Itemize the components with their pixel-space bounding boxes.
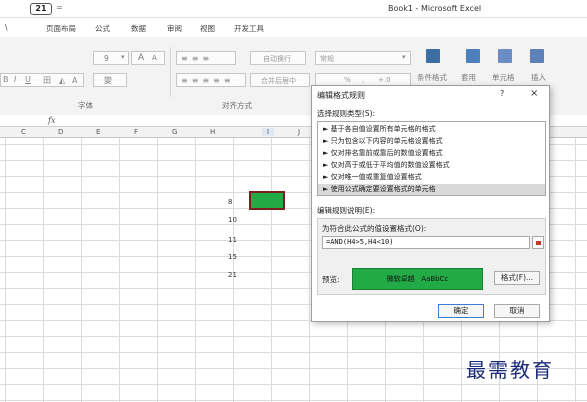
rule-type-option[interactable]: ► 只为包含以下内容的单元格设置格式: [318, 136, 545, 147]
preview-box: 微软卓越 AaBbCc: [352, 268, 483, 290]
format-table-button[interactable]: 套用: [461, 72, 476, 83]
rule-type-list[interactable]: ► 基于各自值设置所有单元格的格式 ► 只为包含以下内容的单元格设置格式 ► 仅…: [317, 121, 546, 196]
cell-value[interactable]: 10: [228, 216, 237, 224]
dialog-title: 编辑格式规则: [317, 91, 365, 100]
comma-button[interactable]: ,: [362, 76, 364, 84]
conditional-format-icon: [426, 49, 440, 63]
rule-type-option-selected[interactable]: ► 使用公式确定要设置格式的单元格: [318, 184, 545, 195]
number-format-select[interactable]: 常规 ▾: [315, 51, 411, 65]
column-header[interactable]: H: [210, 128, 215, 136]
selected-formatted-cell[interactable]: [249, 191, 285, 210]
rule-type-option[interactable]: ► 仅对排名靠前或靠后的数值设置格式: [318, 148, 545, 159]
description-label: 编辑规则说明(E):: [317, 206, 376, 215]
edit-format-rule-dialog: 编辑格式规则 ? × 选择规则类型(S): ► 基于各自值设置所有单元格的格式 …: [311, 85, 550, 322]
help-icon[interactable]: ?: [500, 89, 504, 98]
merge-center-button[interactable]: 合并后居中: [250, 73, 310, 87]
ok-button[interactable]: 确定: [438, 304, 484, 318]
alignment-group-label: 对齐方式: [222, 101, 252, 110]
cell-styles-icon: [498, 49, 512, 63]
border-button[interactable]: 田: [43, 75, 51, 86]
cell-value[interactable]: 8: [228, 198, 232, 206]
align-buttons[interactable]: ≡≡≡≡≡: [176, 73, 246, 87]
wrap-text-button[interactable]: 自动换行: [250, 51, 306, 65]
fx-icon[interactable]: fx: [48, 116, 55, 125]
undo-button[interactable]: 21: [30, 3, 52, 15]
cancel-button[interactable]: 取消: [494, 304, 540, 318]
tab-partial[interactable]: \: [5, 23, 8, 32]
cell-value[interactable]: 11: [228, 236, 237, 244]
font-size-select[interactable]: 9 ▾: [93, 51, 129, 65]
rule-type-option[interactable]: ► 仅对唯一值或重复值设置格式: [318, 172, 545, 183]
cell-value[interactable]: 15: [228, 253, 237, 261]
increase-decimal-button[interactable]: +.0: [378, 76, 391, 84]
column-header[interactable]: F: [134, 128, 138, 136]
align-top-buttons[interactable]: ≡≡≡: [176, 51, 236, 65]
font-size-value: 9: [104, 54, 109, 63]
column-header[interactable]: D: [58, 128, 63, 136]
phonetic-button[interactable]: 變: [93, 73, 127, 87]
rule-type-option[interactable]: ► 仅对高于或低于平均值的数值设置格式: [318, 160, 545, 171]
preview-label: 预览:: [322, 275, 340, 284]
cell-value[interactable]: 21: [228, 271, 237, 279]
title-bar: 21 = Book1 - Microsoft Excel: [0, 0, 587, 18]
quick-access-customize[interactable]: =: [56, 3, 63, 12]
tab-data[interactable]: 数据: [131, 23, 146, 34]
tab-review[interactable]: 审阅: [167, 23, 182, 34]
ribbon-divider: [170, 47, 171, 97]
grow-font-button[interactable]: A: [138, 53, 144, 63]
number-format-value: 常规: [320, 55, 334, 63]
tab-page-layout[interactable]: 页面布局: [46, 23, 76, 34]
wrap-text-label: 自动换行: [263, 55, 291, 63]
font-color-icon[interactable]: A: [72, 76, 77, 85]
chevron-down-icon: ▾: [121, 53, 125, 61]
fill-color-icon[interactable]: ◭: [59, 76, 65, 85]
format-button[interactable]: 格式(F)...: [494, 271, 540, 285]
italic-button[interactable]: I: [14, 75, 16, 84]
insert-icon: [530, 49, 544, 63]
column-header[interactable]: E: [96, 128, 100, 136]
format-table-icon: [466, 49, 480, 63]
phonetic-label: 變: [104, 76, 112, 85]
close-icon[interactable]: ×: [530, 88, 538, 99]
chevron-down-icon: ▾: [402, 53, 406, 61]
tab-formulas[interactable]: 公式: [95, 23, 110, 34]
column-header[interactable]: G: [172, 128, 177, 136]
rule-type-label: 选择规则类型(S):: [317, 109, 376, 118]
rule-description-panel: 为符合此公式的值设置格式(O): =AND(H4>5,H4<10) 预览: 微软…: [317, 218, 546, 295]
font-style-buttons[interactable]: B I U 田 ◭ A: [0, 73, 84, 87]
shrink-font-button[interactable]: A: [152, 54, 157, 62]
align-lines-icon: ≡≡≡≡≡: [181, 76, 235, 85]
column-header[interactable]: J: [298, 128, 300, 136]
font-grow-shrink[interactable]: A A: [131, 51, 165, 65]
underline-button[interactable]: U: [25, 75, 31, 84]
rule-type-option[interactable]: ► 基于各自值设置所有单元格的格式: [318, 124, 545, 135]
tab-developer[interactable]: 开发工具: [234, 23, 264, 34]
formula-label: 为符合此公式的值设置格式(O):: [322, 224, 427, 233]
column-header[interactable]: C: [21, 128, 26, 136]
watermark: 最需教育: [466, 358, 554, 382]
ribbon-tabs: \ 页面布局 公式 数据 审阅 视图 开发工具: [0, 20, 587, 37]
window-title: Book1 - Microsoft Excel: [388, 4, 482, 13]
tab-view[interactable]: 视图: [200, 23, 215, 34]
align-lines-icon: ≡≡≡: [181, 54, 214, 63]
font-group-label: 字体: [78, 101, 93, 110]
column-header-selected[interactable]: I: [262, 128, 275, 136]
cell-styles-button[interactable]: 单元格: [492, 72, 515, 83]
formula-input[interactable]: =AND(H4>5,H4<10): [322, 236, 530, 249]
merge-center-label: 合并后居中: [261, 77, 296, 85]
percent-button[interactable]: %: [344, 76, 351, 84]
range-collapse-button[interactable]: [532, 236, 544, 249]
insert-button[interactable]: 插入: [531, 72, 546, 83]
conditional-format-button[interactable]: 条件格式: [417, 72, 447, 83]
bold-button[interactable]: B: [3, 75, 9, 84]
